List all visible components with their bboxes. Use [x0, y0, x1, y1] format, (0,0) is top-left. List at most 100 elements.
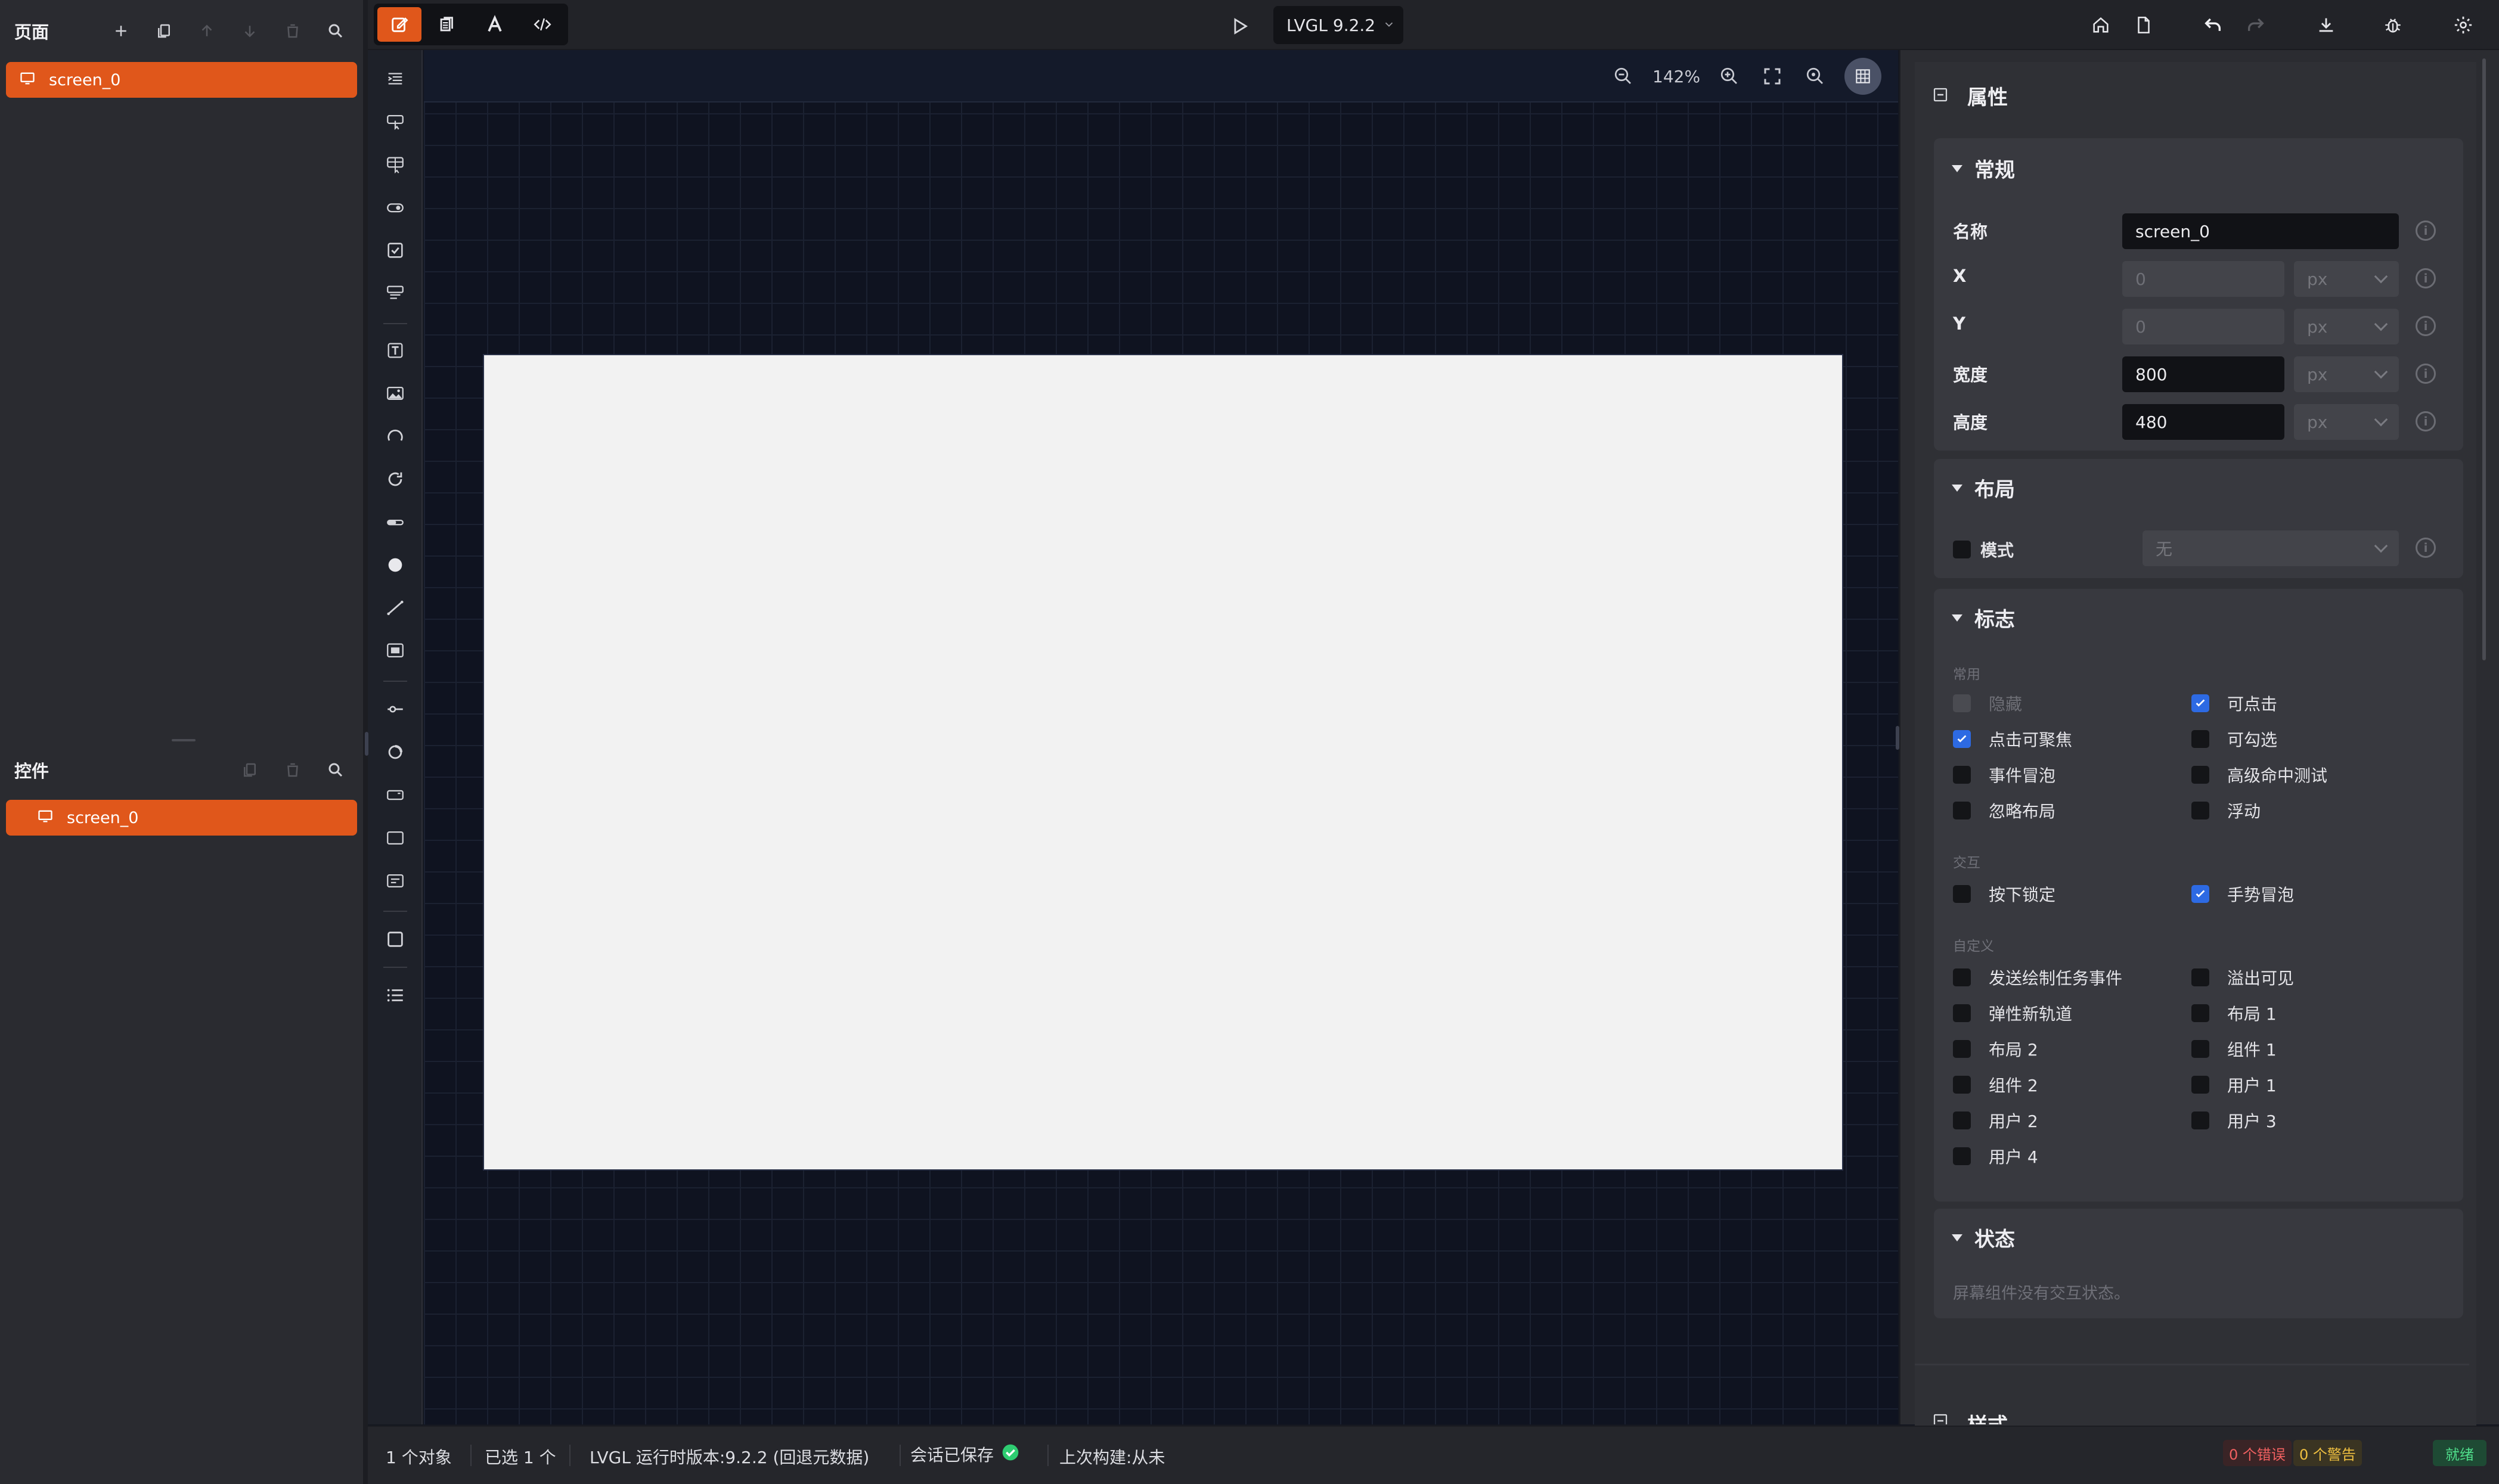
warning-badge[interactable]: 0 个警告 — [2293, 1440, 2362, 1466]
search-icon[interactable] — [323, 757, 349, 783]
container-icon[interactable] — [381, 824, 410, 852]
copy-icon[interactable] — [151, 18, 177, 44]
flag-press-lock[interactable]: 按下锁定 — [1953, 882, 2055, 906]
switch-icon[interactable] — [381, 193, 410, 222]
slider-icon[interactable] — [381, 695, 410, 724]
flag-layout-1[interactable]: 布局 1 — [2191, 1001, 2277, 1025]
font-mode-icon[interactable] — [473, 7, 517, 42]
screen-preview[interactable] — [484, 355, 1842, 1169]
flag-clickable[interactable]: 可点击 — [2191, 691, 2277, 715]
flag-user-2[interactable]: 用户 2 — [1953, 1109, 2038, 1132]
flag-click-focusable[interactable]: 点击可聚焦 — [1953, 727, 2072, 751]
flag-gesture-bubble[interactable]: 手势冒泡 — [2191, 882, 2294, 906]
panel-resize-handle[interactable] — [172, 739, 196, 741]
zoom-reset-icon[interactable] — [1802, 63, 1829, 90]
properties-scrollbar[interactable] — [2482, 58, 2486, 660]
bar-icon[interactable] — [381, 508, 410, 536]
flag-overflow-visible[interactable]: 溢出可见 — [2191, 965, 2294, 989]
y-field[interactable]: 0 — [2122, 309, 2284, 344]
zoom-out-icon[interactable] — [1610, 63, 1637, 90]
image-button-icon[interactable] — [381, 637, 410, 665]
flag-user-1[interactable]: 用户 1 — [2191, 1073, 2277, 1097]
flag-floating[interactable]: 浮动 — [2191, 799, 2261, 822]
info-icon[interactable]: i — [2416, 364, 2436, 384]
gear-icon[interactable] — [2450, 12, 2476, 38]
flag-adv-hittest[interactable]: 高级命中测试 — [2191, 763, 2327, 787]
layout-mode-checkbox[interactable]: 模式 — [1953, 538, 2014, 561]
flags-section-header[interactable]: 标志 — [1952, 603, 2015, 632]
properties-header[interactable]: 属性 — [1931, 81, 2008, 110]
button-widget-icon[interactable] — [381, 107, 410, 136]
move-down-icon[interactable] — [237, 18, 263, 44]
flag-flex-new-track[interactable]: 弹性新轨道 — [1953, 1001, 2072, 1025]
flag-user-3[interactable]: 用户 3 — [2191, 1109, 2277, 1132]
file-icon[interactable] — [2131, 12, 2157, 38]
edit-mode-icon[interactable] — [377, 7, 421, 42]
list-icon[interactable] — [381, 981, 410, 1010]
x-field[interactable]: 0 — [2122, 261, 2284, 297]
fit-screen-icon[interactable] — [1759, 63, 1786, 90]
info-icon[interactable]: i — [2416, 268, 2436, 288]
undo-icon[interactable] — [2200, 12, 2226, 38]
info-icon[interactable]: i — [2416, 221, 2436, 241]
home-icon[interactable] — [2088, 12, 2114, 38]
search-icon[interactable] — [323, 18, 349, 44]
redo-icon[interactable] — [2243, 12, 2269, 38]
keyboard-icon[interactable] — [381, 867, 410, 895]
flag-layout-2[interactable]: 布局 2 — [1953, 1037, 2038, 1061]
height-unit-select[interactable]: px — [2294, 404, 2399, 440]
button-matrix-icon[interactable] — [381, 150, 410, 179]
height-field[interactable]: 480 — [2122, 404, 2284, 440]
zoom-in-icon[interactable] — [1716, 63, 1743, 90]
general-section-header[interactable]: 常规 — [1952, 154, 2015, 183]
code-mode-icon[interactable] — [520, 7, 565, 42]
flag-send-draw-task[interactable]: 发送绘制任务事件 — [1953, 965, 2122, 989]
flag-checkable[interactable]: 可勾选 — [2191, 727, 2277, 751]
flag-event-bubble[interactable]: 事件冒泡 — [1953, 763, 2055, 787]
width-field[interactable]: 800 — [2122, 356, 2284, 392]
info-icon[interactable]: i — [2416, 316, 2436, 336]
flag-user-4[interactable]: 用户 4 — [1953, 1144, 2038, 1168]
x-unit-select[interactable]: px — [2294, 261, 2399, 297]
object-icon[interactable] — [381, 925, 410, 954]
play-icon[interactable] — [1229, 13, 1255, 39]
line-icon[interactable] — [381, 594, 410, 622]
spinner-icon[interactable] — [381, 465, 410, 493]
outline-icon[interactable] — [381, 64, 410, 93]
move-up-icon[interactable] — [194, 18, 220, 44]
page-item-screen-0[interactable]: screen_0 — [6, 62, 357, 98]
flag-ignore-layout[interactable]: 忽略布局 — [1953, 799, 2055, 822]
checkbox-icon[interactable] — [381, 236, 410, 265]
y-unit-select[interactable]: px — [2294, 309, 2399, 344]
flag-widget-2[interactable]: 组件 2 — [1953, 1073, 2038, 1097]
label-icon[interactable] — [381, 336, 410, 365]
collapse-icon[interactable] — [1931, 86, 1949, 106]
roller-icon[interactable] — [381, 738, 410, 766]
delete-icon[interactable] — [280, 18, 306, 44]
flag-widget-1[interactable]: 组件 1 — [2191, 1037, 2277, 1061]
dropdown-icon[interactable] — [381, 279, 410, 308]
assets-mode-icon[interactable] — [425, 7, 469, 42]
grid-toggle-icon[interactable] — [1844, 58, 1882, 95]
copy-icon[interactable] — [237, 757, 263, 783]
image-icon[interactable] — [381, 379, 410, 408]
layout-section-header[interactable]: 布局 — [1952, 473, 2015, 502]
name-field[interactable]: screen_0 — [2122, 213, 2399, 249]
version-select[interactable]: LVGL 9.2.2 — [1273, 6, 1403, 44]
error-badge[interactable]: 0 个错误 — [2223, 1440, 2292, 1466]
states-section-header[interactable]: 状态 — [1952, 1223, 2015, 1252]
textarea-icon[interactable] — [381, 781, 410, 809]
left-resize-handle[interactable] — [365, 732, 368, 756]
download-icon[interactable] — [2313, 12, 2339, 38]
bug-icon[interactable] — [2380, 12, 2406, 38]
arc-icon[interactable] — [381, 422, 410, 451]
width-unit-select[interactable]: px — [2294, 356, 2399, 392]
info-icon[interactable]: i — [2416, 411, 2436, 431]
flag-hidden[interactable]: 隐藏 — [1953, 691, 2022, 715]
style-header[interactable]: 样式 — [1931, 1408, 2008, 1424]
collapse-icon[interactable] — [1931, 1412, 1949, 1424]
add-icon[interactable] — [108, 18, 134, 44]
layout-mode-select[interactable]: 无 — [2143, 530, 2399, 566]
info-icon[interactable]: i — [2416, 538, 2436, 558]
widget-item-screen-0[interactable]: screen_0 — [6, 800, 357, 836]
